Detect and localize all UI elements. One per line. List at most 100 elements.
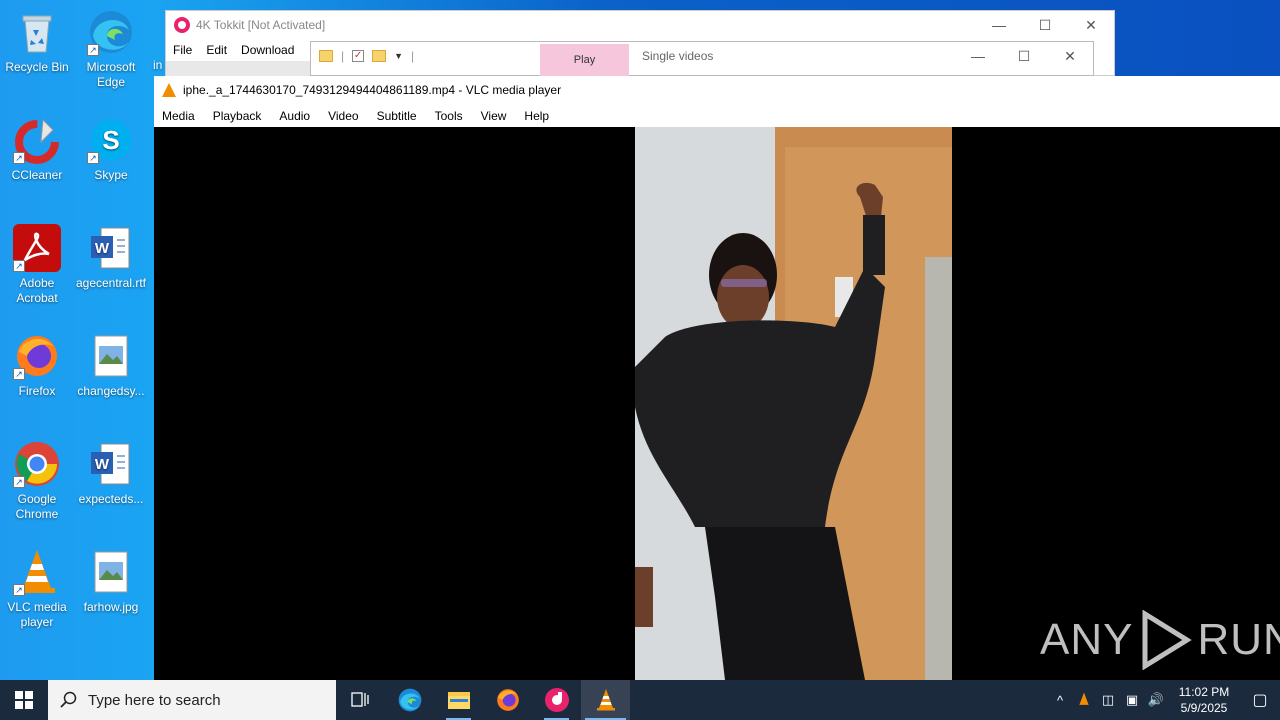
image-file-icon <box>87 548 135 596</box>
vlc-tray-icon[interactable] <box>1072 692 1096 709</box>
vlc-window[interactable]: iphe._a_1744630170_7493129494404861189.m… <box>154 76 1280 680</box>
chevron-up-icon[interactable]: ^ <box>1048 693 1072 708</box>
desktop-icon-ccleaner[interactable]: ↗ CCleaner <box>0 116 74 183</box>
notification-center-icon[interactable]: ▢ <box>1240 690 1280 710</box>
menu-video[interactable]: Video <box>328 109 358 123</box>
volume-icon[interactable]: 🔊 <box>1144 692 1168 708</box>
desktop-icon-label: Recycle Bin <box>5 60 69 74</box>
vlc-titlebar[interactable]: iphe._a_1744630170_7493129494404861189.m… <box>154 76 1280 104</box>
desktop-icon-adobe-acrobat[interactable]: ↗ Adobe Acrobat <box>0 224 74 306</box>
desktop-icon-vlc-media-player[interactable]: ↗ VLC media player <box>0 548 74 630</box>
skype-icon: S ↗ <box>87 116 135 164</box>
desktop-icon-firefox[interactable]: ↗ Firefox <box>0 332 74 399</box>
vlc-cone-icon <box>596 689 615 711</box>
task-view-icon <box>350 692 369 707</box>
minimize-button[interactable]: — <box>976 11 1022 39</box>
tokkit-icon <box>544 688 569 712</box>
shortcut-arrow-icon: ↗ <box>87 152 99 164</box>
folder-icon <box>447 692 470 709</box>
desktop-icon-microsoft-edge[interactable]: ↗ Microsoft Edge <box>74 8 148 90</box>
watermark-text-run: RUN <box>1197 615 1280 664</box>
network-icon[interactable]: ▣ <box>1120 692 1144 708</box>
menu-view[interactable]: View <box>481 109 507 123</box>
toolbar-separator: | <box>411 49 415 63</box>
desktop-icon-label: farhow.jpg <box>83 600 139 614</box>
tab-play[interactable]: Play <box>540 44 629 76</box>
menu-edit[interactable]: Edit <box>206 43 227 57</box>
minimize-button[interactable]: — <box>955 42 1001 70</box>
taskbar-search-box[interactable]: Type here to search <box>48 680 336 720</box>
word-document-icon: W <box>87 224 135 272</box>
explorer-window-controls: — ☐ ✕ <box>955 42 1093 70</box>
tab-single-videos[interactable]: Single videos <box>642 49 713 63</box>
taskbar-edge[interactable] <box>385 680 434 720</box>
svg-text:W: W <box>95 456 110 473</box>
menu-download[interactable]: Download <box>241 43 294 57</box>
edge-icon <box>398 688 421 712</box>
menu-media[interactable]: Media <box>162 109 195 123</box>
menu-playback[interactable]: Playback <box>213 109 262 123</box>
toolbar-separator: | <box>341 49 345 63</box>
new-folder-icon[interactable] <box>372 50 387 62</box>
desktop-icon-label: VLC media player <box>7 600 67 629</box>
close-button[interactable]: ✕ <box>1047 42 1093 70</box>
shortcut-arrow-icon: ↗ <box>13 476 25 488</box>
word-document-icon: W <box>87 440 135 488</box>
desktop-icon-label: Adobe Acrobat <box>16 276 58 305</box>
clock-time: 11:02 PM <box>1178 685 1230 699</box>
desktop-icon-label: Skype <box>94 168 128 182</box>
clock-date: 5/9/2025 <box>1180 701 1228 715</box>
tokkit-logo-icon <box>174 17 190 33</box>
video-area[interactable] <box>154 127 1280 680</box>
taskbar-4k-tokkit[interactable] <box>532 680 581 720</box>
taskbar-file-explorer[interactable] <box>434 680 483 720</box>
desktop-icon-recycle-bin[interactable]: Recycle Bin <box>0 8 74 75</box>
ccleaner-icon: ↗ <box>13 116 61 164</box>
desktop-icon-changedsy[interactable]: changedsy... <box>74 332 148 399</box>
windows-logo-icon <box>15 691 33 709</box>
desktop-icon-google-chrome[interactable]: ↗ Google Chrome <box>0 440 74 522</box>
firefox-icon <box>496 689 519 711</box>
folder-icon[interactable] <box>319 50 333 62</box>
menu-tools[interactable]: Tools <box>435 109 463 123</box>
taskbar-firefox[interactable] <box>483 680 532 720</box>
tokkit-toolbar-strip <box>166 61 311 77</box>
desktop-icon-expecteds[interactable]: W expecteds... <box>74 440 148 507</box>
task-view-button[interactable] <box>336 680 385 720</box>
vlc-cone-icon <box>162 83 176 97</box>
video-frame <box>635 127 952 680</box>
maximize-button[interactable]: ☐ <box>1001 42 1047 70</box>
desktop-icon-agecentral-rtf[interactable]: W agecentral.rtf <box>74 224 148 291</box>
chrome-icon: ↗ <box>13 440 61 488</box>
shortcut-arrow-icon: ↗ <box>13 368 25 380</box>
menu-help[interactable]: Help <box>524 109 549 123</box>
desktop-icon-label: Google Chrome <box>15 492 59 521</box>
explorer-window[interactable]: | ✓ ▼ | Play Single videos — ☐ ✕ <box>310 41 1094 76</box>
start-button[interactable] <box>0 680 48 720</box>
properties-icon[interactable]: ✓ <box>352 50 365 62</box>
menu-audio[interactable]: Audio <box>279 109 310 123</box>
menu-subtitle[interactable]: Subtitle <box>377 109 417 123</box>
chevron-down-icon[interactable]: ▼ <box>394 51 403 61</box>
menu-file[interactable]: File <box>173 43 192 57</box>
taskbar-clock[interactable]: 11:02 PM 5/9/2025 <box>1168 684 1240 716</box>
taskbar-vlc[interactable] <box>581 680 630 720</box>
tokkit-titlebar[interactable]: 4K Tokkit [Not Activated] <box>166 11 1114 39</box>
desktop-icon-label: Microsoft Edge <box>86 60 136 89</box>
shortcut-arrow-icon: ↗ <box>13 584 25 596</box>
desktop-icon-label: Firefox <box>18 384 56 398</box>
maximize-button[interactable]: ☐ <box>1022 11 1068 39</box>
close-button[interactable]: ✕ <box>1068 11 1114 39</box>
quick-access-toolbar: | ✓ ▼ | <box>319 49 414 63</box>
desktop-icon-label: expecteds... <box>78 492 144 506</box>
image-file-icon <box>87 332 135 380</box>
desktop-icon-farhow-jpg[interactable]: farhow.jpg <box>74 548 148 615</box>
play-triangle-icon <box>1142 610 1193 670</box>
shortcut-arrow-icon: ↗ <box>87 44 99 56</box>
anyrun-watermark: ANY RUN <box>1040 610 1280 670</box>
video-frame-picture <box>635 127 952 680</box>
device-icon[interactable]: ◫ <box>1096 692 1120 708</box>
desktop-icon-label: CCleaner <box>11 168 63 182</box>
desktop-icon-skype[interactable]: S ↗ Skype <box>74 116 148 183</box>
vlc-window-title: iphe._a_1744630170_7493129494404861189.m… <box>183 83 562 97</box>
